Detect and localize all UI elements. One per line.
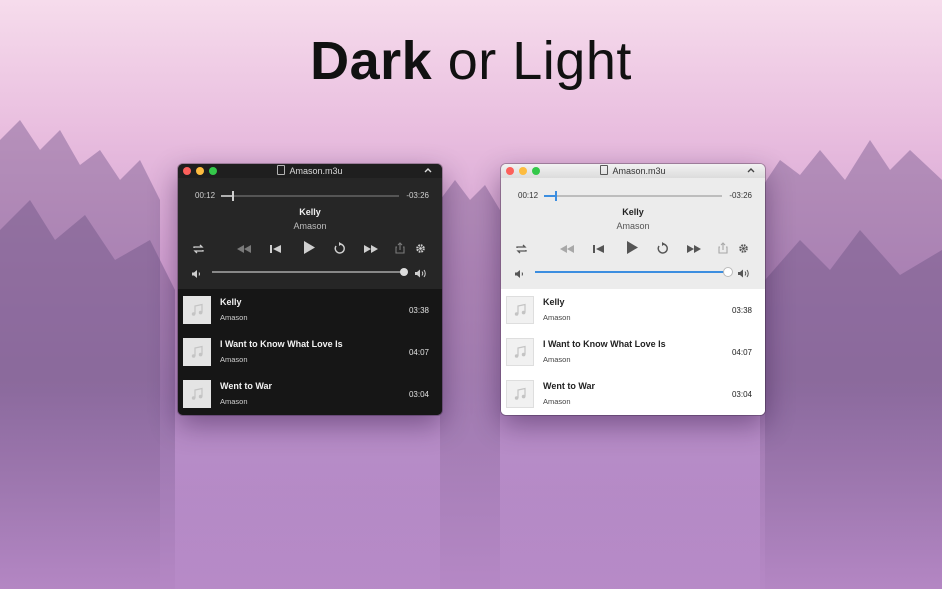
album-art (183, 296, 211, 324)
progress-slider[interactable] (221, 191, 399, 201)
window-title: Amason.m3u (178, 164, 442, 178)
document-icon (277, 165, 286, 175)
play-icon[interactable] (625, 240, 639, 254)
track-artist: Amason (543, 313, 571, 322)
gear-icon[interactable] (415, 241, 426, 255)
chevron-up-icon[interactable] (746, 165, 756, 177)
music-note-icon (514, 387, 526, 400)
window-title-text: Amason.m3u (612, 166, 666, 176)
list-item[interactable]: Went to War Amason 03:04 (178, 373, 442, 415)
progress-slider[interactable] (544, 191, 722, 201)
list-item[interactable]: I Want to Know What Love Is Amason 04:07 (178, 331, 442, 373)
gear-icon[interactable] (738, 241, 749, 255)
volume-high-icon[interactable] (737, 266, 751, 284)
track-artist: Amason (220, 313, 248, 322)
music-note-icon (514, 345, 526, 358)
list-item[interactable]: Kelly Amason 03:38 (178, 289, 442, 331)
list-item[interactable]: I Want to Know What Love Is Amason 04:07 (501, 331, 765, 373)
album-art (506, 296, 534, 324)
volume-slider[interactable] (212, 268, 408, 276)
remaining-time: -03:26 (729, 191, 752, 200)
track-duration: 03:04 (408, 390, 429, 399)
album-art (183, 380, 211, 408)
track-title: Went to War (220, 381, 272, 391)
window-title-text: Amason.m3u (289, 166, 343, 176)
volume-low-icon[interactable] (514, 266, 525, 284)
track-title: Kelly (543, 297, 565, 307)
play-icon[interactable] (302, 240, 316, 254)
volume-slider[interactable] (535, 267, 733, 277)
elapsed-time: 00:12 (195, 191, 216, 200)
track-duration: 03:04 (731, 390, 752, 399)
track-artist: Amason (543, 397, 571, 406)
player-window-dark: Amason.m3u 00:12 -03:26 Kelly Amason Kel… (178, 164, 442, 415)
now-playing-title: Kelly (622, 207, 644, 217)
title-bar[interactable]: Amason.m3u (178, 164, 442, 178)
remaining-time: -03:26 (406, 191, 429, 200)
now-playing-artist: Amason (616, 221, 650, 231)
headline: Dark or Light (0, 30, 942, 92)
track-title: I Want to Know What Love Is (543, 339, 666, 349)
volume-low-icon[interactable] (191, 266, 202, 284)
track-duration: 03:38 (408, 306, 429, 315)
track-list: Kelly Amason 03:38 I Want to Know What L… (178, 289, 442, 415)
previous-icon[interactable] (269, 242, 282, 256)
music-note-icon (191, 303, 203, 316)
album-art (506, 338, 534, 366)
track-title: Kelly (220, 297, 242, 307)
track-artist: Amason (543, 355, 571, 364)
rewind-icon[interactable] (559, 242, 575, 256)
elapsed-time: 00:12 (518, 191, 539, 200)
track-duration: 04:07 (408, 348, 429, 357)
window-title: Amason.m3u (501, 164, 765, 178)
list-item[interactable]: Went to War Amason 03:04 (501, 373, 765, 415)
music-note-icon (191, 345, 203, 358)
player-panel: 00:12 -03:26 Kelly Amason (178, 178, 442, 289)
list-item[interactable]: Kelly Amason 03:38 (501, 289, 765, 331)
track-list: Kelly Amason 03:38 I Want to Know What L… (501, 289, 765, 415)
replay-icon[interactable] (333, 241, 346, 255)
chevron-up-icon[interactable] (423, 165, 433, 177)
replay-icon[interactable] (656, 241, 669, 255)
now-playing-title: Kelly (299, 207, 321, 217)
previous-icon[interactable] (592, 242, 605, 256)
music-note-icon (191, 387, 203, 400)
track-artist: Amason (220, 397, 248, 406)
title-bar[interactable]: Amason.m3u (501, 164, 765, 179)
document-icon (600, 165, 609, 175)
volume-high-icon[interactable] (414, 266, 428, 284)
track-duration: 04:07 (731, 348, 752, 357)
headline-rest: or Light (447, 31, 632, 91)
album-art (183, 338, 211, 366)
player-window-light: Amason.m3u 00:12 -03:26 Kelly Amason Kel… (501, 164, 765, 415)
repeat-icon[interactable] (515, 242, 528, 256)
track-artist: Amason (220, 355, 248, 364)
track-title: Went to War (543, 381, 595, 391)
now-playing-artist: Amason (293, 221, 327, 231)
headline-bold: Dark (310, 31, 433, 91)
track-duration: 03:38 (731, 306, 752, 315)
share-icon[interactable] (395, 241, 405, 255)
rewind-icon[interactable] (236, 242, 252, 256)
fast-forward-icon[interactable] (686, 242, 702, 256)
music-note-icon (514, 303, 526, 316)
player-panel: 00:12 -03:26 Kelly Amason (501, 178, 765, 289)
track-title: I Want to Know What Love Is (220, 339, 343, 349)
repeat-icon[interactable] (192, 242, 205, 256)
album-art (506, 380, 534, 408)
share-icon[interactable] (718, 241, 728, 255)
fast-forward-icon[interactable] (363, 242, 379, 256)
